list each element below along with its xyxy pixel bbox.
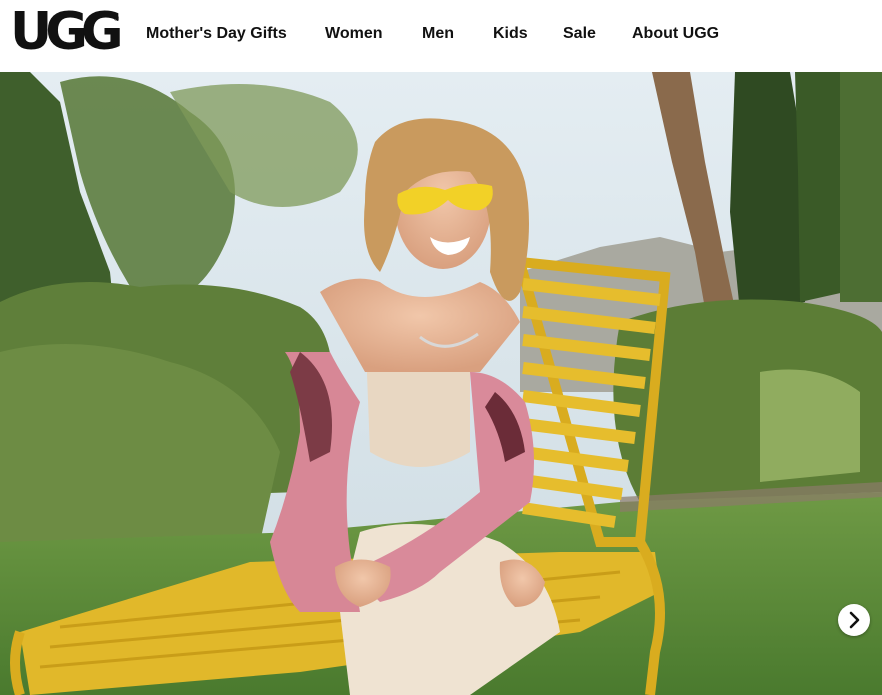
chevron-right-icon: [849, 611, 860, 629]
nav-item-men[interactable]: Men: [422, 24, 454, 44]
hero-banner[interactable]: [0, 72, 882, 695]
nav-item-sale[interactable]: Sale: [563, 24, 596, 44]
nav-item-about-ugg[interactable]: About UGG: [632, 24, 719, 44]
site-header: UGG ® Mother's Day Gifts Women Men Kids …: [0, 0, 882, 72]
logo-wordmark: UGG: [10, 2, 124, 62]
nav-item-mothers-day-gifts[interactable]: Mother's Day Gifts: [146, 24, 287, 44]
hero-image: [0, 72, 882, 695]
carousel-next-button[interactable]: [838, 604, 870, 636]
registered-mark: ®: [114, 16, 120, 23]
nav-item-kids[interactable]: Kids: [493, 24, 528, 44]
ugg-logo[interactable]: UGG ®: [10, 2, 124, 62]
nav-item-women[interactable]: Women: [325, 24, 382, 44]
